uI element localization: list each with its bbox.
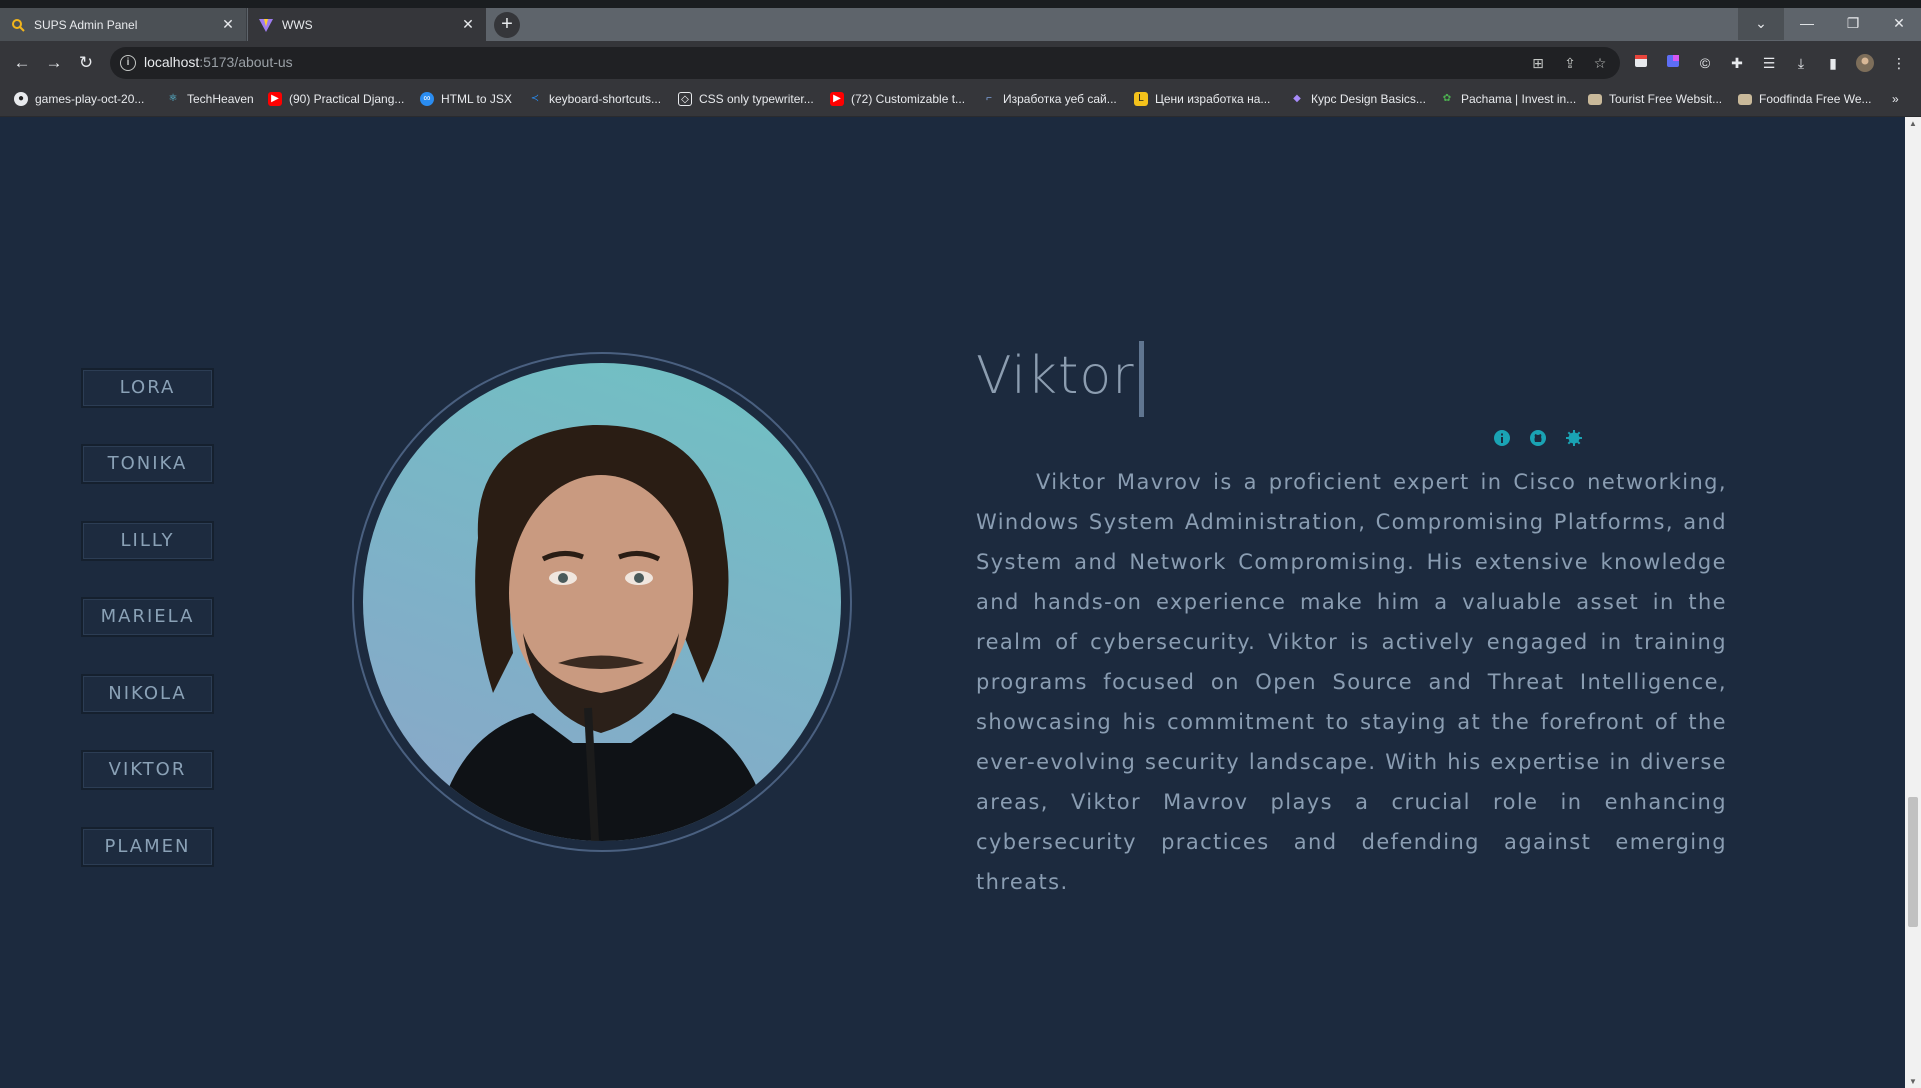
scroll-down-icon[interactable]: ▼	[1908, 1077, 1918, 1086]
member-button-nikola[interactable]: NIKOLA	[81, 674, 214, 714]
folder-icon	[1738, 93, 1752, 105]
close-icon[interactable]: ✕	[460, 16, 476, 33]
download-icon[interactable]: ⤓	[1792, 54, 1810, 72]
member-button-plamen[interactable]: PLAMEN	[81, 827, 214, 867]
restore-button[interactable]: ❐	[1830, 8, 1876, 40]
bookmark-star-icon[interactable]: ☆	[1592, 55, 1608, 71]
forward-icon[interactable]: →	[42, 51, 66, 75]
extension-red-icon[interactable]	[1632, 54, 1650, 72]
bookmarks-bar: ● games-play-oct-20... ⚛ TechHeaven ▶ (90) …	[0, 84, 1921, 117]
scroll-up-icon[interactable]: ▲	[1908, 119, 1918, 128]
bookmark-item[interactable]: ∞ HTML to JSX	[420, 92, 512, 106]
share-icon[interactable]: ⇪	[1562, 55, 1578, 71]
member-button-lora[interactable]: LORA	[81, 368, 214, 408]
typewriter-cursor	[1139, 341, 1144, 417]
minimize-button[interactable]: —	[1784, 8, 1830, 40]
member-button-viktor[interactable]: VIKTOR	[81, 750, 214, 790]
site-icon: L	[1134, 92, 1148, 106]
profile-photo	[363, 363, 841, 841]
site-info-icon[interactable]: i	[120, 55, 136, 71]
github-icon: ●	[14, 92, 28, 106]
bookmark-item[interactable]: ≺ keyboard-shortcuts...	[528, 92, 661, 106]
extension-gradient-icon[interactable]	[1664, 54, 1682, 72]
new-tab-button[interactable]: +	[494, 12, 520, 38]
codepen-icon: ◇	[678, 92, 692, 106]
bookmark-item[interactable]: ▶ (90) Practical Djang...	[268, 92, 404, 106]
search-logo-icon	[10, 17, 26, 33]
bookmark-item[interactable]: ◆ Курс Design Basics...	[1290, 92, 1426, 106]
site-icon: ⌐	[986, 93, 992, 104]
course-icon: ◆	[1293, 93, 1301, 104]
extensions-puzzle-icon[interactable]: ✚	[1728, 54, 1746, 72]
address-url: localhost:5173/about-us	[144, 54, 293, 70]
tab-title: SUPS Admin Panel	[34, 17, 138, 32]
tab-title: WWS	[282, 17, 313, 32]
translate-icon[interactable]: ⊞	[1530, 55, 1546, 71]
bookmark-item[interactable]: Foodfinda Free We...	[1738, 92, 1872, 106]
bookmark-item[interactable]: ▶ (72) Customizable t...	[830, 92, 965, 106]
settings-icon[interactable]	[1566, 430, 1582, 446]
vscode-icon: ≺	[530, 93, 540, 104]
tab-wws[interactable]: WWS ✕	[248, 8, 486, 41]
member-button-mariela[interactable]: MARIELA	[81, 597, 214, 637]
menu-kebab-icon[interactable]: ⋮	[1890, 54, 1908, 72]
youtube-icon: ▶	[268, 92, 282, 106]
back-icon[interactable]: ←	[10, 51, 34, 75]
bookmark-item[interactable]: ● games-play-oct-20...	[14, 92, 144, 106]
bookmark-item[interactable]: ✿ Pachama | Invest in...	[1440, 92, 1576, 106]
close-icon[interactable]: ✕	[220, 16, 236, 33]
bookmark-item[interactable]: ⌐ Изработка уеб сай...	[982, 92, 1117, 106]
youtube-icon: ▶	[830, 92, 844, 106]
profile-avatar[interactable]	[1856, 54, 1874, 72]
bookmark-item[interactable]: ◇ CSS only typewriter...	[678, 92, 814, 106]
close-window-button[interactable]: ✕	[1876, 8, 1921, 40]
tab-strip: SUPS Admin Panel ✕ WWS ✕ + ⌄ — ❐ ✕	[0, 0, 1921, 41]
react-icon: ⚛	[168, 93, 178, 104]
side-panel-icon[interactable]: ▮	[1824, 54, 1842, 72]
reload-icon[interactable]: ↻	[74, 51, 98, 75]
more-bookmarks-button[interactable]: »	[1892, 92, 1899, 106]
tab-sups-admin[interactable]: SUPS Admin Panel ✕	[0, 8, 247, 41]
page-scrollbar[interactable]: ▲ ▼	[1905, 117, 1921, 1088]
reading-list-icon[interactable]: ☰	[1760, 54, 1778, 72]
bookmark-item[interactable]: ⚛ TechHeaven	[166, 92, 254, 106]
folder-icon	[1588, 93, 1602, 105]
address-bar[interactable]: i localhost:5173/about-us ⊞ ⇪ ☆	[110, 47, 1620, 79]
bookmark-item[interactable]: L Цени изработка на...	[1134, 92, 1270, 106]
vite-logo-icon	[258, 17, 274, 33]
bookmark-item[interactable]: Tourist Free Websit...	[1588, 92, 1722, 106]
member-button-lilly[interactable]: LILLY	[81, 521, 214, 561]
info-icon[interactable]	[1494, 430, 1510, 446]
transform-icon: ∞	[420, 92, 434, 106]
github-icon[interactable]	[1530, 430, 1546, 446]
pachama-icon: ✿	[1442, 93, 1452, 104]
tab-search-button[interactable]: ⌄	[1738, 8, 1784, 40]
member-button-tonika[interactable]: TONIKA	[81, 444, 214, 484]
extension-c-icon[interactable]: ©	[1696, 54, 1714, 72]
profile-bio: Viktor Mavrov is a proficient expert in …	[976, 470, 1727, 894]
scrollbar-thumb[interactable]	[1908, 797, 1918, 927]
profile-name: Viktor	[976, 346, 1135, 406]
